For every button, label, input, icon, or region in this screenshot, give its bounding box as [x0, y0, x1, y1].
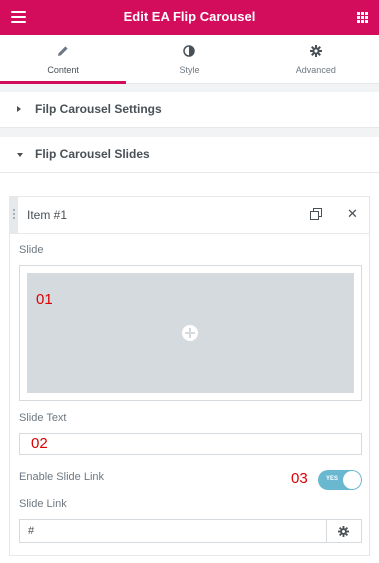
section-divider: [0, 128, 379, 137]
slide-image-control: 01: [19, 265, 362, 401]
widgets-grid-icon[interactable]: [357, 12, 368, 23]
gear-icon: [309, 45, 322, 57]
editor-header: Edit EA Flip Carousel: [0, 0, 379, 35]
enable-slide-link-label: Enable Slide Link: [19, 471, 105, 483]
add-image-icon[interactable]: [182, 325, 198, 341]
section-carousel-settings[interactable]: Filp Carousel Settings: [0, 92, 379, 128]
slide-text-input[interactable]: 02: [19, 433, 362, 455]
repeater-item-header[interactable]: Item #1 ✕: [10, 197, 369, 234]
tab-advanced[interactable]: Advanced: [253, 35, 379, 83]
gear-icon: [338, 525, 349, 537]
slide-label: Slide: [19, 244, 44, 256]
section-divider: [0, 84, 379, 92]
tab-content[interactable]: Content: [0, 35, 127, 84]
tab-content-label: Content: [47, 65, 79, 75]
slide-link-value: #: [28, 525, 35, 537]
caret-down-icon: [17, 153, 23, 157]
link-options-button[interactable]: [326, 519, 362, 543]
page-title: Edit EA Flip Carousel: [123, 9, 256, 24]
slide-image-placeholder[interactable]: 01: [27, 273, 354, 393]
drag-handle[interactable]: [10, 197, 18, 233]
duplicate-icon[interactable]: [310, 208, 322, 220]
slide-text-label: Slide Text: [19, 412, 67, 424]
section-carousel-slides[interactable]: Flip Carousel Slides: [0, 137, 379, 173]
section-slides-label: Flip Carousel Slides: [35, 147, 150, 161]
item-title: Item #1: [27, 208, 68, 222]
half-circle-icon: [183, 45, 196, 57]
annotation-marker: 01: [36, 291, 53, 308]
toggle-yes-text: YES: [326, 476, 339, 482]
repeater-item: Item #1 ✕ Slide 01 Slide Text 02 Enable …: [9, 196, 370, 556]
toggle-knob: [343, 471, 361, 489]
tab-style[interactable]: Style: [126, 35, 252, 83]
pencil-icon: [58, 46, 68, 56]
slide-link-label: Slide Link: [19, 498, 67, 510]
annotation-marker: 02: [31, 435, 48, 452]
close-icon[interactable]: ✕: [347, 206, 358, 222]
enable-slide-link-toggle[interactable]: YES: [318, 470, 362, 490]
slide-link-input[interactable]: #: [19, 519, 327, 543]
caret-right-icon: [17, 106, 21, 112]
panel-tabs: Content Style Advanced: [0, 35, 379, 84]
annotation-marker: 03: [291, 470, 308, 487]
tab-style-label: Style: [179, 65, 200, 75]
section-settings-label: Filp Carousel Settings: [35, 102, 162, 116]
tab-advanced-label: Advanced: [295, 65, 336, 75]
